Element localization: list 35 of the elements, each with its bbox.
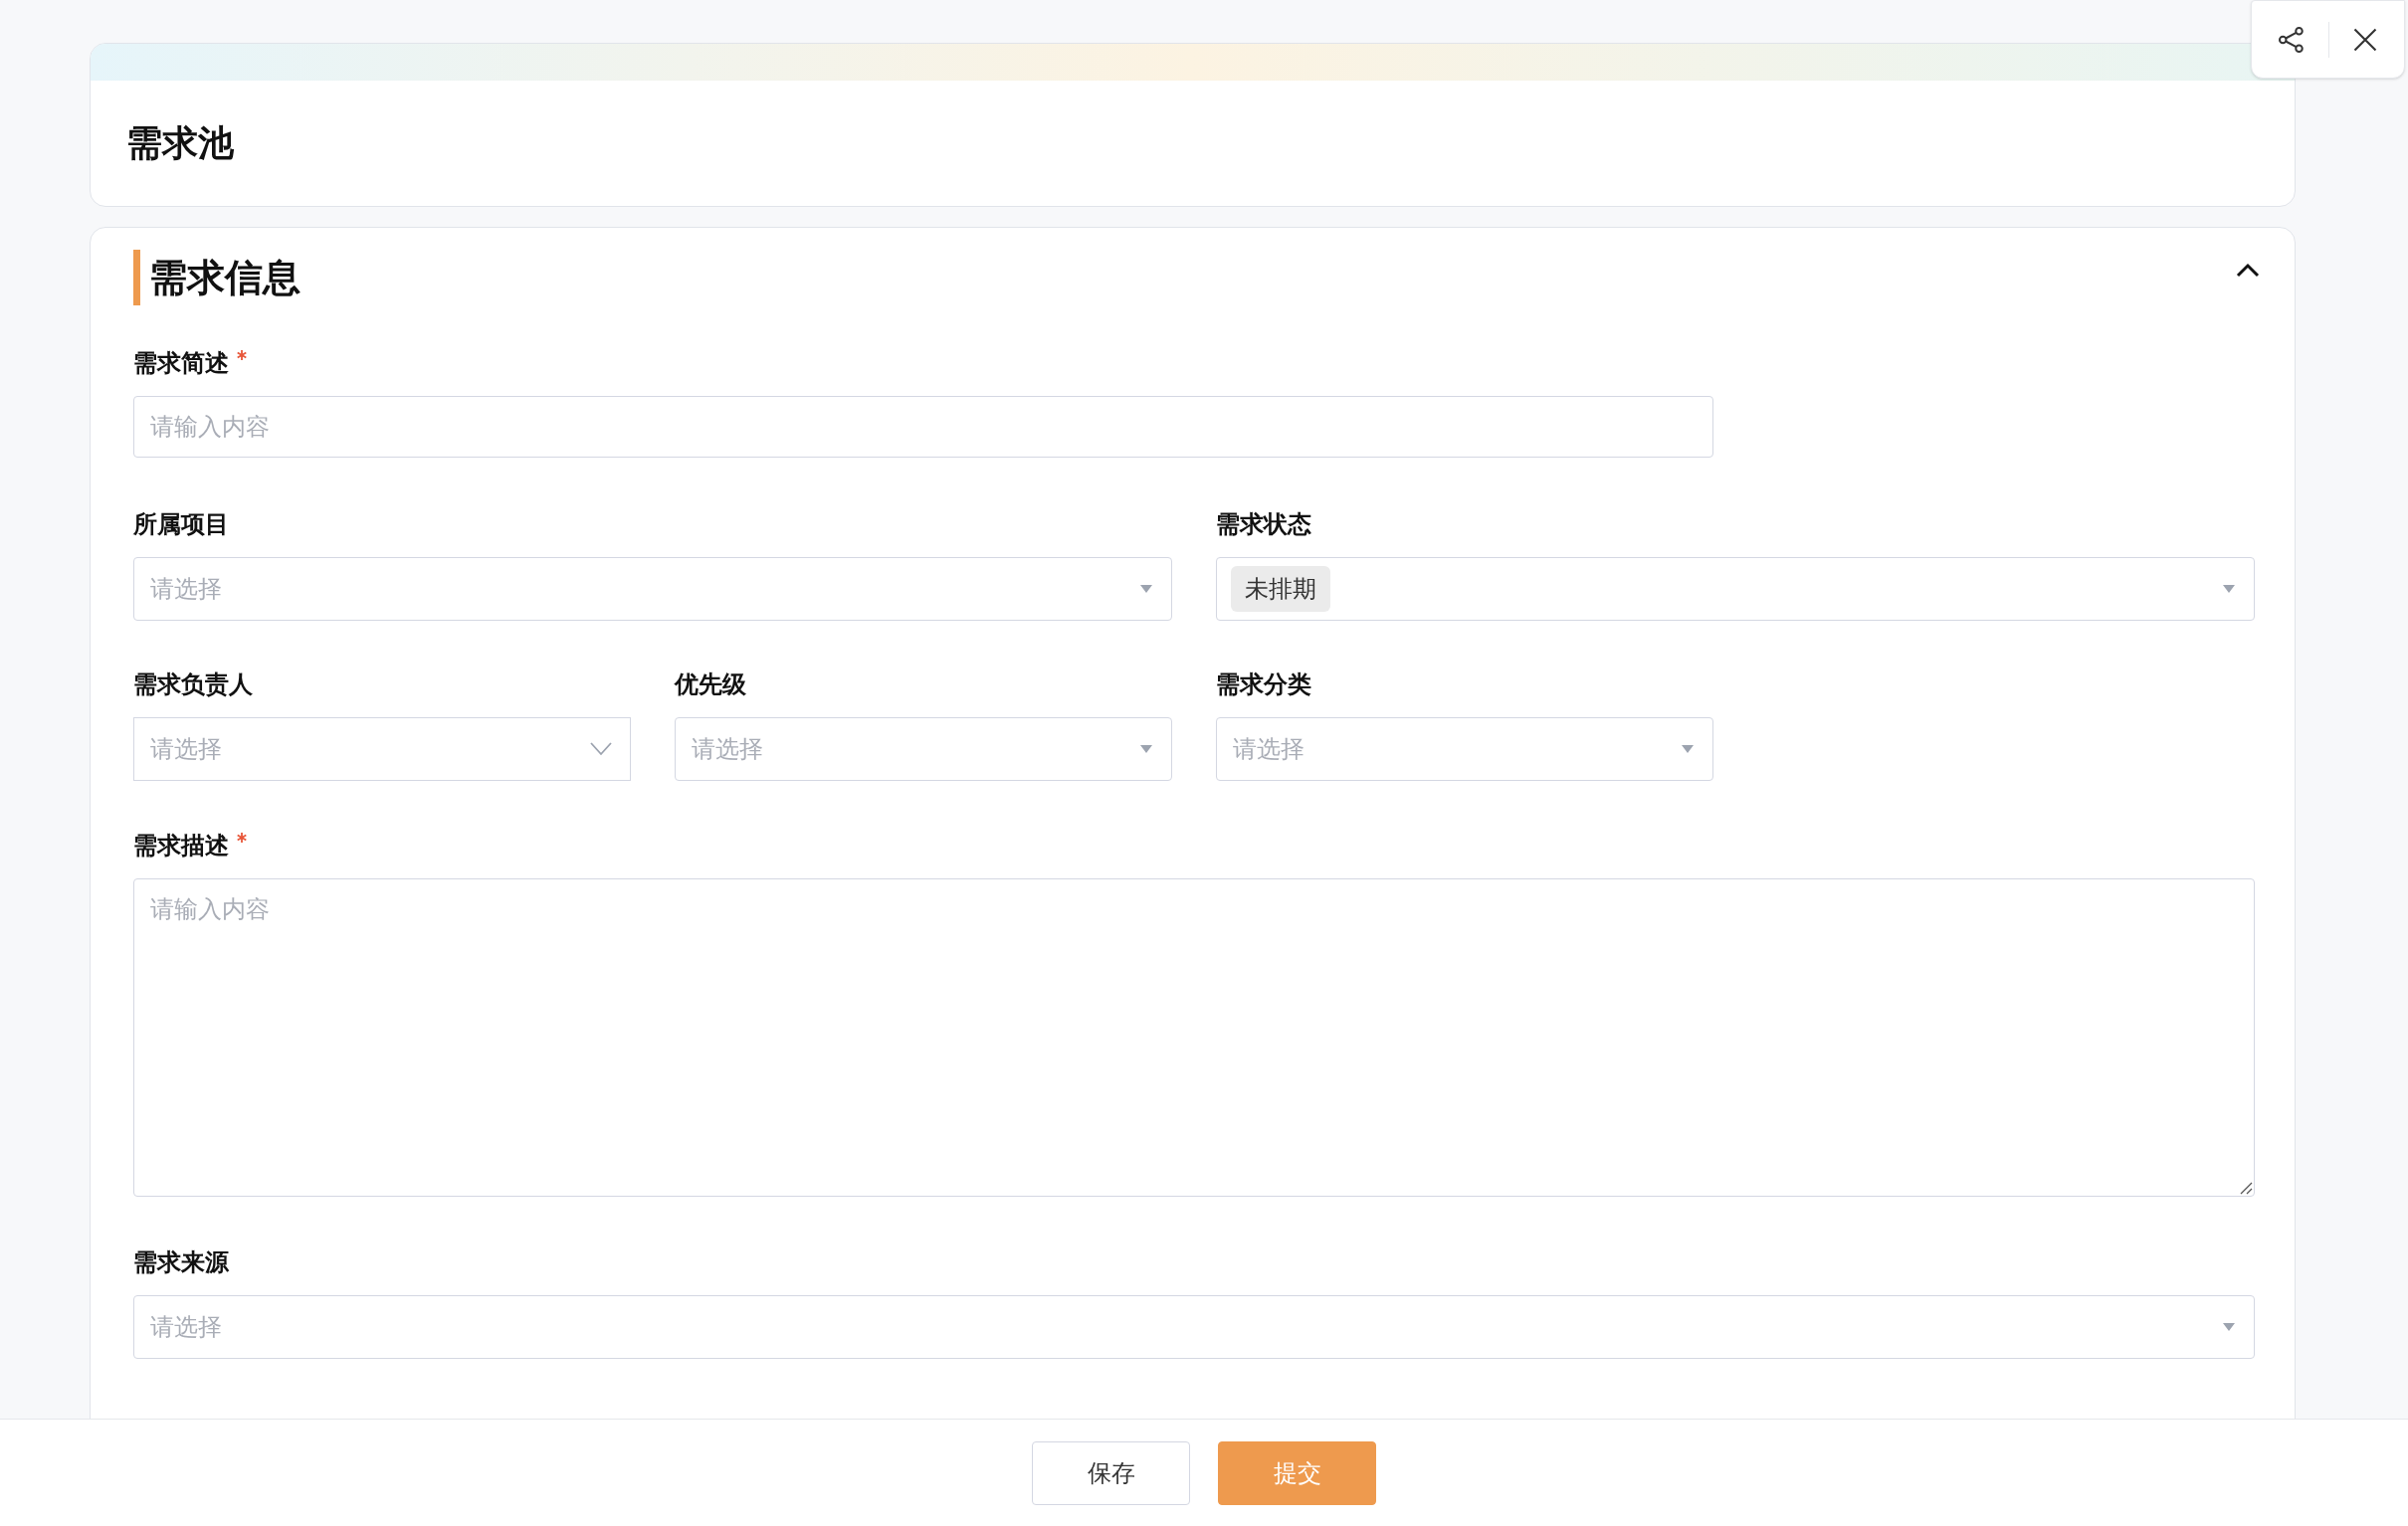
save-button[interactable]: 保存 [1032, 1440, 1190, 1505]
field-label: 所属项目 [133, 509, 229, 540]
placeholder-text: 请选择 [149, 574, 222, 605]
field-label: 需求分类 [1216, 669, 1311, 700]
placeholder-text: 请选择 [149, 734, 222, 765]
accent-bar [133, 250, 140, 305]
text-area[interactable]: 请输入内容 [133, 878, 2255, 1197]
input-field[interactable]: 请输入内容 [133, 396, 1713, 458]
placeholder-text: 请选择 [149, 1312, 222, 1343]
select-field[interactable]: 请选择 [133, 557, 1172, 621]
submit-button[interactable]: 提交 [1218, 1440, 1376, 1505]
resize-handle-icon[interactable] [2239, 1181, 2253, 1195]
field-label: 需求状态 [1216, 509, 1311, 540]
selected-tag: 未排期 [1231, 566, 1330, 612]
dropdown-triangle-icon [1139, 744, 1153, 754]
dropdown-triangle-icon [2222, 1322, 2236, 1332]
share-icon[interactable] [2277, 24, 2307, 55]
page-title: 需求池 [125, 121, 235, 161]
select-field[interactable]: 请选择 [1216, 717, 1713, 781]
chevron-down-icon [590, 742, 612, 756]
field-label: 优先级 [675, 669, 746, 700]
placeholder-text: 请选择 [1232, 734, 1304, 765]
select-field[interactable]: 未排期 [1216, 557, 2255, 621]
field-label: 需求描述 [133, 831, 229, 861]
field-label: 需求简述 [133, 348, 229, 379]
dropdown-triangle-icon [1681, 744, 1695, 754]
field-label: 需求来源 [133, 1247, 229, 1278]
dropdown-triangle-icon [2222, 584, 2236, 594]
select-field[interactable]: 请选择 [675, 717, 1172, 781]
dropdown-triangle-icon [1139, 584, 1153, 594]
select-field[interactable]: 请选择 [133, 1295, 2255, 1359]
placeholder-text: 请选择 [691, 734, 763, 765]
field-label: 需求负责人 [133, 669, 253, 700]
select-field[interactable]: 请选择 [133, 717, 631, 781]
section-title: 需求信息 [149, 254, 301, 301]
